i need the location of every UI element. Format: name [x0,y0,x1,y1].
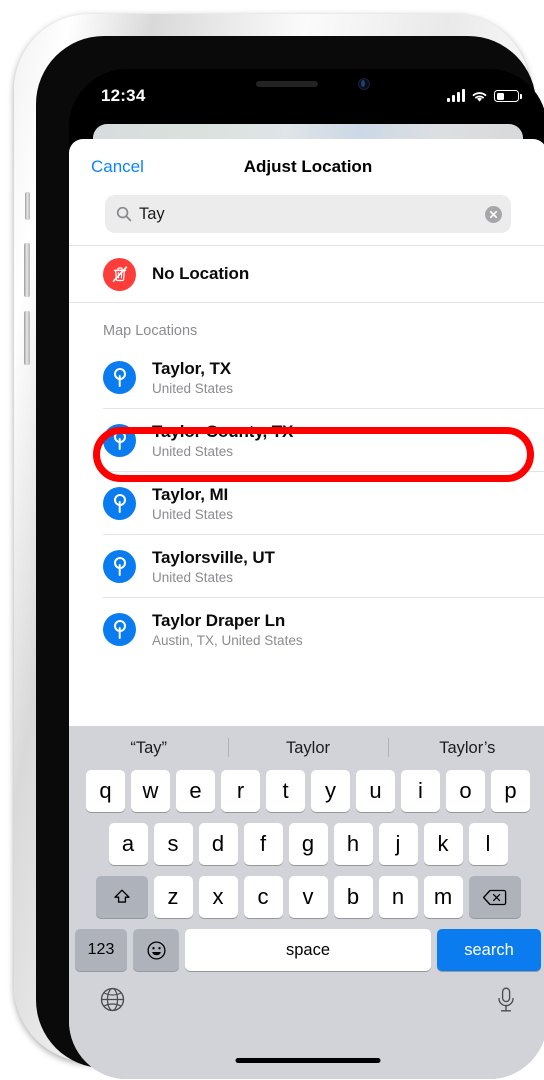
cancel-button[interactable]: Cancel [91,157,144,177]
microphone-icon[interactable] [495,986,517,1014]
list-item-text: Taylor County, TX United States [152,422,293,459]
search-input[interactable] [139,204,478,224]
map-pin-icon [103,486,136,520]
status-time: 12:34 [101,86,146,105]
list-item-subtitle: United States [152,380,234,396]
battery-icon [494,90,522,102]
map-pin-icon [103,360,136,394]
list-item-no-location[interactable]: No Location [69,246,544,302]
key-n[interactable]: n [378,876,418,918]
key-z[interactable]: z [153,876,193,918]
key-o[interactable]: o [446,770,485,812]
suggestion-0[interactable]: “Tay” [69,735,228,762]
list-item-text: Taylor, TX United States [152,359,233,396]
globe-icon[interactable] [99,986,126,1013]
keyboard-row-4: 123 space search [69,929,544,971]
key-e[interactable]: e [176,770,215,812]
keyboard-row-1: q w e r t y u i o p [69,770,544,812]
adjust-location-sheet: Cancel Adjust Location Tay No Location M… [69,139,544,1079]
key-c[interactable]: c [243,876,283,918]
map-pin-icon [103,612,136,646]
list-item-result[interactable]: Taylor, TX United States [69,346,544,408]
list-item-subtitle: United States [152,569,234,585]
list-item-subtitle: Austin, TX, United States [152,632,303,648]
clear-icon[interactable] [485,205,502,223]
key-i[interactable]: i [401,770,440,812]
list-item-text: Taylor, MI United States [152,485,233,522]
list-item-title: Taylor, TX [152,358,231,378]
keyboard-suggestion-bar: “Tay” Taylor Taylor’s [69,726,544,770]
backspace-icon[interactable] [468,876,521,918]
key-g[interactable]: g [288,823,328,865]
list-item-title: Taylor County, TX [152,421,294,441]
key-r[interactable]: r [221,770,260,812]
key-j[interactable]: j [378,823,418,865]
phone-bezel: 12:34 Cancel Adjust Location Tay No Loca… [36,36,544,1079]
key-q[interactable]: q [86,770,125,812]
key-u[interactable]: u [356,770,395,812]
list-item-subtitle: United States [152,443,234,459]
key-x[interactable]: x [198,876,238,918]
mute-switch-button[interactable] [25,192,30,220]
list-item-result[interactable]: Taylorsville, UT United States [69,535,544,597]
keyboard-row-2: a s d f g h j k l [69,823,544,865]
suggestion-2[interactable]: Taylor’s [387,735,544,762]
list-item-title: Taylor, MI [152,484,229,504]
list-item-result[interactable]: Taylor County, TX United States [69,409,544,471]
key-d[interactable]: d [198,823,238,865]
key-h[interactable]: h [333,823,373,865]
wifi-icon [472,91,487,102]
section-header-map-locations: Map Locations [69,303,544,346]
list-item-title: Taylor Draper Ln [152,610,286,630]
key-k[interactable]: k [423,823,463,865]
list-item-result[interactable]: Taylor Draper Ln Austin, TX, United Stat… [69,598,544,660]
list-item-result[interactable]: Taylor, MI United States [69,472,544,534]
volume-up-button[interactable] [24,243,30,297]
phone-frame: 12:34 Cancel Adjust Location Tay No Loca… [14,14,544,1079]
keyboard-row-3: z x c v b n m [69,876,544,918]
list-item-text: Taylor Draper Ln Austin, TX, United Stat… [152,611,303,648]
keyboard-bottom-row [69,982,544,1038]
key-t[interactable]: t [266,770,305,812]
key-s[interactable]: s [153,823,193,865]
search-field[interactable] [105,195,511,233]
key-p[interactable]: p [491,770,530,812]
on-screen-keyboard[interactable]: “Tay” Taylor Taylor’s q w e r t y u i o [69,726,544,1079]
map-pin-icon [103,423,136,457]
volume-down-button[interactable] [24,311,30,365]
list-item-subtitle: United States [152,506,234,522]
search-key[interactable]: search [437,929,541,971]
status-icons [447,89,522,103]
key-f[interactable]: f [243,823,283,865]
cellular-signal-icon [447,89,465,102]
key-m[interactable]: m [423,876,463,918]
list-item-text: Taylorsville, UT United States [152,548,275,585]
key-b[interactable]: b [333,876,373,918]
emoji-smiley-icon[interactable] [133,929,179,971]
map-pin-icon [103,549,136,583]
no-location-trash-icon [103,257,136,291]
key-v[interactable]: v [288,876,328,918]
key-l[interactable]: l [468,823,508,865]
search-bar-container [69,195,544,245]
list-item-title: No Location [152,264,250,283]
key-a[interactable]: a [108,823,148,865]
list-item-title: Taylorsville, UT [152,547,275,567]
sheet-nav-header: Cancel Adjust Location [69,139,544,195]
numbers-key[interactable]: 123 [75,929,127,971]
suggestion-1[interactable]: Taylor [228,735,387,762]
home-indicator [235,1058,381,1063]
notch [220,69,396,99]
phone-screen: 12:34 Cancel Adjust Location Tay No Loca… [69,69,544,1079]
earpiece-speaker [256,81,318,87]
search-icon [116,206,132,222]
key-w[interactable]: w [131,770,170,812]
key-y[interactable]: y [311,770,350,812]
space-key[interactable]: space [185,929,431,971]
front-camera-icon [358,78,370,90]
shift-icon[interactable] [95,876,148,918]
list-item-text: No Location [152,264,249,284]
